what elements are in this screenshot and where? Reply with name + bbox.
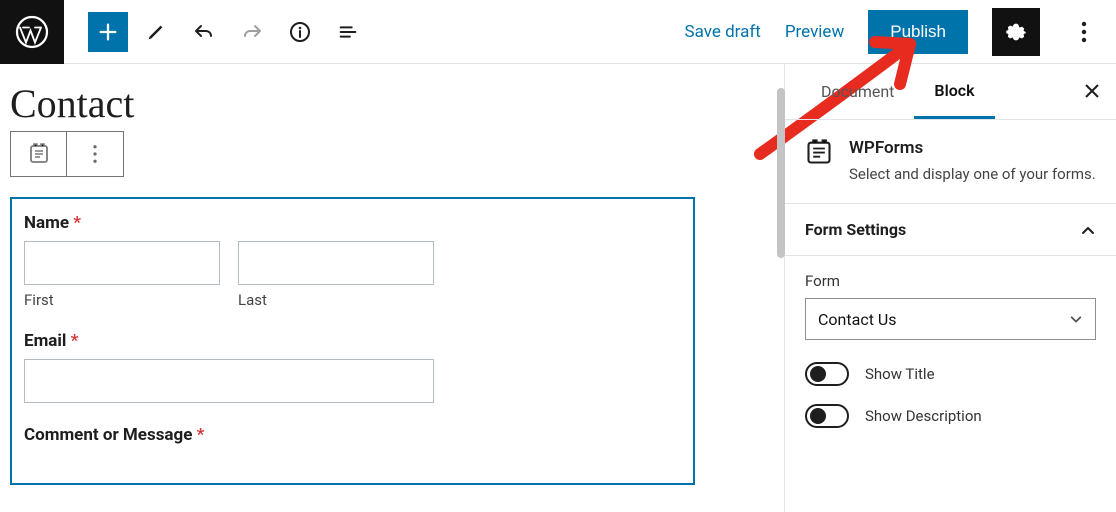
form-settings-header[interactable]: Form Settings	[785, 204, 1116, 256]
first-sublabel: First	[24, 291, 220, 309]
form-select-value: Contact Us	[818, 310, 897, 329]
show-title-label: Show Title	[865, 365, 935, 383]
publish-button[interactable]: Publish	[868, 10, 968, 54]
show-title-toggle[interactable]	[805, 362, 849, 386]
toolbar-left	[64, 12, 368, 52]
email-label-text: Email	[24, 331, 66, 351]
undo-button[interactable]	[184, 12, 224, 52]
show-description-toggle[interactable]	[805, 404, 849, 428]
required-marker: *	[71, 331, 79, 351]
form-block-icon	[27, 142, 51, 166]
form-select-label: Form	[805, 272, 1096, 290]
comment-field-label: Comment or Message *	[24, 425, 681, 445]
name-field-label: Name *	[24, 213, 681, 233]
block-toolbar	[10, 131, 124, 177]
required-marker: *	[197, 425, 205, 445]
show-description-label: Show Description	[865, 407, 982, 425]
block-more-button[interactable]	[67, 132, 123, 176]
list-outline-icon	[337, 21, 359, 43]
redo-button[interactable]	[232, 12, 272, 52]
sidebar-tabs: Document Block	[785, 64, 1116, 120]
form-select[interactable]: Contact Us	[805, 298, 1096, 340]
name-row: First Last	[24, 241, 681, 309]
required-marker: *	[73, 213, 81, 233]
chevron-down-icon	[1069, 312, 1083, 326]
save-draft-link[interactable]: Save draft	[685, 22, 761, 42]
redo-icon	[240, 20, 264, 44]
email-input[interactable]	[24, 359, 434, 403]
more-menu-button[interactable]	[1064, 12, 1104, 52]
form-block-icon	[805, 138, 833, 166]
page-title[interactable]: Contact	[10, 80, 774, 127]
editor-body: Contact Name * First Last	[0, 64, 1116, 512]
first-name-input[interactable]	[24, 241, 220, 285]
gear-icon	[1003, 19, 1029, 45]
outline-button[interactable]	[328, 12, 368, 52]
toolbar-right: Save draft Preview Publish	[685, 8, 1116, 56]
close-sidebar-button[interactable]	[1084, 80, 1100, 104]
form-settings-heading: Form Settings	[805, 220, 906, 239]
tab-block[interactable]: Block	[914, 64, 994, 119]
show-title-row: Show Title	[805, 362, 1096, 386]
editor-canvas[interactable]: Contact Name * First Last	[0, 64, 784, 512]
email-field-label: Email *	[24, 331, 681, 351]
block-description: WPForms Select and display one of your f…	[785, 120, 1116, 204]
add-block-button[interactable]	[88, 12, 128, 52]
plus-icon	[97, 21, 119, 43]
email-row	[24, 359, 681, 403]
undo-icon	[192, 20, 216, 44]
tab-document[interactable]: Document	[801, 64, 914, 119]
kebab-icon	[92, 144, 98, 164]
editor-topbar: Save draft Preview Publish	[0, 0, 1116, 64]
settings-sidebar: Document Block WPForms Select and displa…	[784, 64, 1116, 512]
last-sublabel: Last	[238, 291, 434, 309]
close-icon	[1084, 83, 1100, 99]
scrollbar[interactable]	[777, 88, 785, 258]
show-description-row: Show Description	[805, 404, 1096, 428]
wpforms-block[interactable]: Name * First Last Email * Comment or Me	[10, 197, 695, 485]
settings-button[interactable]	[992, 8, 1040, 56]
block-title: WPForms	[849, 138, 1096, 158]
block-type-button[interactable]	[11, 132, 67, 176]
edit-mode-button[interactable]	[136, 12, 176, 52]
block-description-text: Select and display one of your forms.	[849, 164, 1096, 185]
preview-link[interactable]: Preview	[785, 22, 844, 42]
form-settings-panel: Form Contact Us Show Title Show Descript…	[785, 256, 1116, 470]
wordpress-icon	[14, 14, 50, 50]
last-name-input[interactable]	[238, 241, 434, 285]
wordpress-logo[interactable]	[0, 0, 64, 64]
kebab-icon	[1081, 21, 1087, 43]
chevron-up-icon	[1080, 222, 1096, 238]
comment-label-text: Comment or Message	[24, 425, 192, 445]
name-label-text: Name	[24, 213, 69, 233]
info-button[interactable]	[280, 12, 320, 52]
pencil-icon	[145, 21, 167, 43]
info-icon	[288, 20, 312, 44]
